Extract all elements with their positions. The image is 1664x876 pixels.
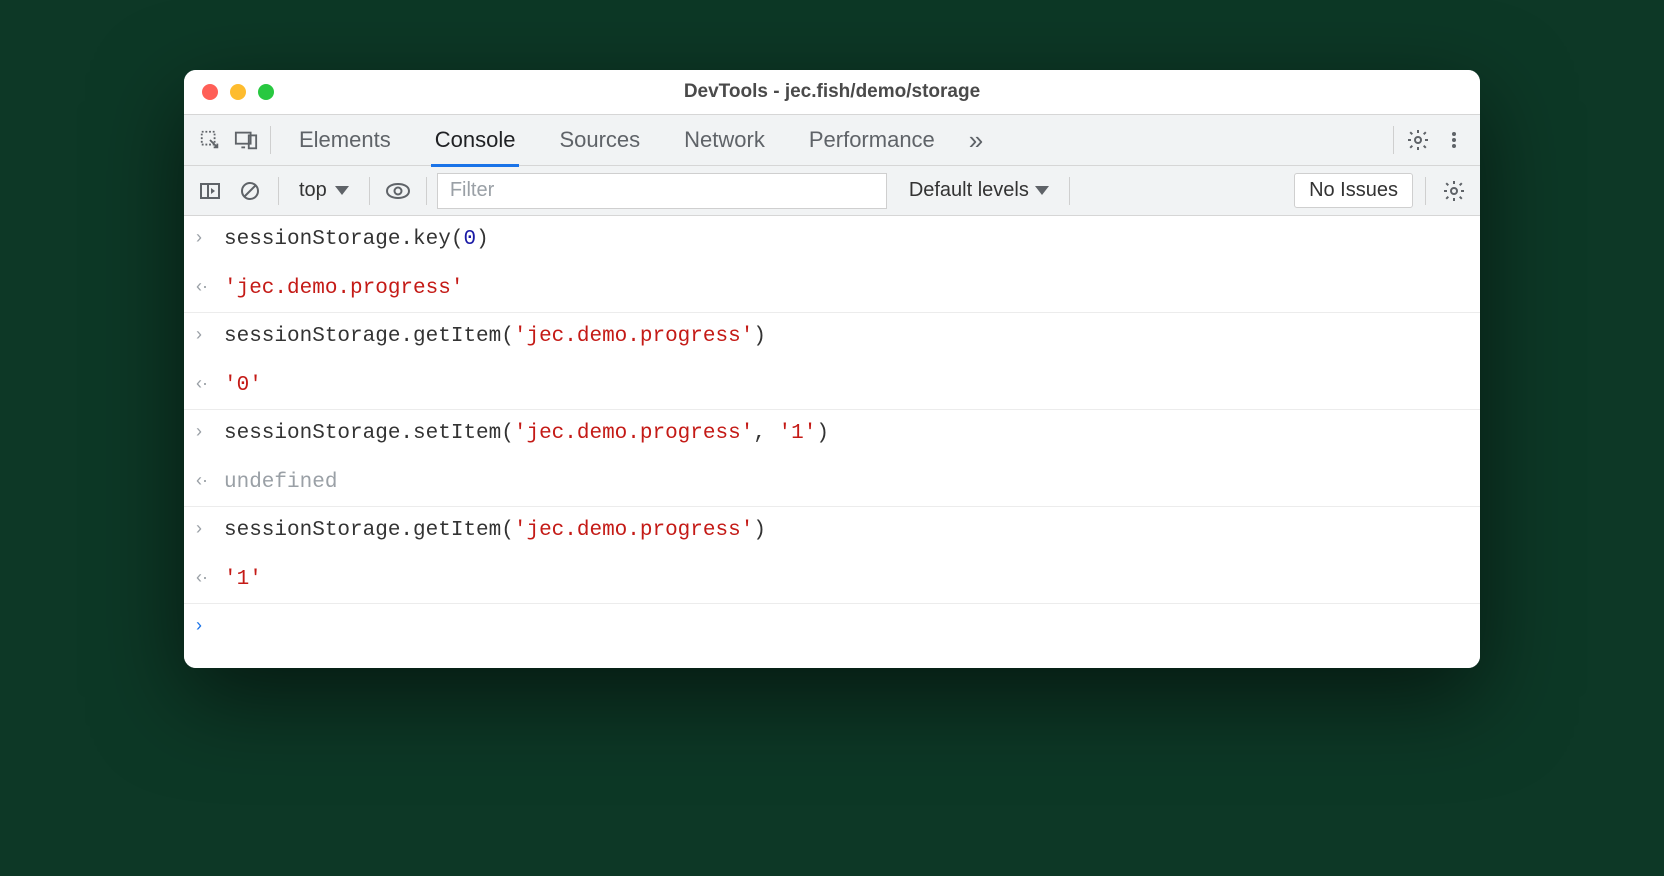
prompt-caret-icon: › — [196, 612, 224, 639]
code-text: sessionStorage.getItem('jec.demo.progres… — [224, 321, 766, 353]
separator — [1069, 177, 1070, 205]
caret-down-icon — [335, 186, 349, 195]
prompt-output-icon: ‹· — [196, 273, 224, 300]
console-settings-gear-icon[interactable] — [1436, 173, 1472, 209]
titlebar: DevTools - jec.fish/demo/storage — [184, 70, 1480, 114]
traffic-lights — [184, 84, 274, 100]
code-text: '1' — [224, 564, 262, 596]
console-row: ›sessionStorage.setItem('jec.demo.progre… — [184, 410, 1480, 459]
sidebar-toggle-icon[interactable] — [192, 173, 228, 209]
separator — [426, 177, 427, 205]
device-toolbar-icon[interactable] — [228, 122, 264, 158]
console-row: ‹·'0' — [184, 362, 1480, 411]
window-title: DevTools - jec.fish/demo/storage — [184, 81, 1480, 103]
context-label: top — [299, 179, 327, 202]
prompt-input-icon: › — [196, 321, 224, 348]
console-row: ‹·'1' — [184, 556, 1480, 605]
separator — [278, 177, 279, 205]
more-tabs-button[interactable]: » — [957, 125, 995, 156]
clear-console-icon[interactable] — [232, 173, 268, 209]
main-toolbar: Elements Console Sources Network Perform… — [184, 114, 1480, 166]
toolbar-right — [1387, 122, 1472, 158]
code-text: '0' — [224, 370, 262, 402]
levels-label: Default levels — [909, 179, 1029, 202]
tab-console[interactable]: Console — [413, 114, 538, 166]
panel-tabs: Elements Console Sources Network Perform… — [277, 114, 1387, 166]
tab-elements[interactable]: Elements — [277, 114, 413, 166]
prompt-input-icon: › — [196, 418, 224, 445]
more-menu-icon[interactable] — [1436, 122, 1472, 158]
prompt-input-icon: › — [196, 515, 224, 542]
console-output: ›sessionStorage.key(0)‹·'jec.demo.progre… — [184, 216, 1480, 668]
console-row: ‹·'jec.demo.progress' — [184, 265, 1480, 314]
code-text: sessionStorage.getItem('jec.demo.progres… — [224, 515, 766, 547]
prompt-output-icon: ‹· — [196, 564, 224, 591]
console-subbar: top Default levels No Issues — [184, 166, 1480, 216]
prompt-input-icon: › — [196, 224, 224, 251]
close-window-button[interactable] — [202, 84, 218, 100]
tab-performance[interactable]: Performance — [787, 114, 957, 166]
tab-network[interactable]: Network — [662, 114, 787, 166]
settings-gear-icon[interactable] — [1400, 122, 1436, 158]
separator — [369, 177, 370, 205]
code-text: sessionStorage.setItem('jec.demo.progres… — [224, 418, 829, 450]
filter-input[interactable] — [437, 173, 887, 209]
code-text: 'jec.demo.progress' — [224, 273, 463, 305]
prompt-output-icon: ‹· — [196, 467, 224, 494]
separator — [1393, 126, 1394, 154]
code-text: undefined — [224, 467, 337, 499]
log-levels-select[interactable]: Default levels — [899, 179, 1059, 202]
zoom-window-button[interactable] — [258, 84, 274, 100]
console-row: ›sessionStorage.getItem('jec.demo.progre… — [184, 507, 1480, 556]
inspect-element-icon[interactable] — [192, 122, 228, 158]
console-row: ›sessionStorage.key(0) — [184, 216, 1480, 265]
prompt-output-icon: ‹· — [196, 370, 224, 397]
tab-sources[interactable]: Sources — [537, 114, 662, 166]
minimize-window-button[interactable] — [230, 84, 246, 100]
console-row: ›sessionStorage.getItem('jec.demo.progre… — [184, 313, 1480, 362]
devtools-window: DevTools - jec.fish/demo/storage Element… — [184, 70, 1480, 668]
issues-button[interactable]: No Issues — [1294, 173, 1413, 208]
code-text: sessionStorage.key(0) — [224, 224, 489, 256]
separator — [270, 126, 271, 154]
live-expression-icon[interactable] — [380, 173, 416, 209]
console-row: ‹·undefined — [184, 459, 1480, 508]
console-prompt-row[interactable]: › — [184, 604, 1480, 648]
caret-down-icon — [1035, 186, 1049, 195]
execution-context-select[interactable]: top — [289, 174, 359, 208]
separator — [1425, 177, 1426, 205]
